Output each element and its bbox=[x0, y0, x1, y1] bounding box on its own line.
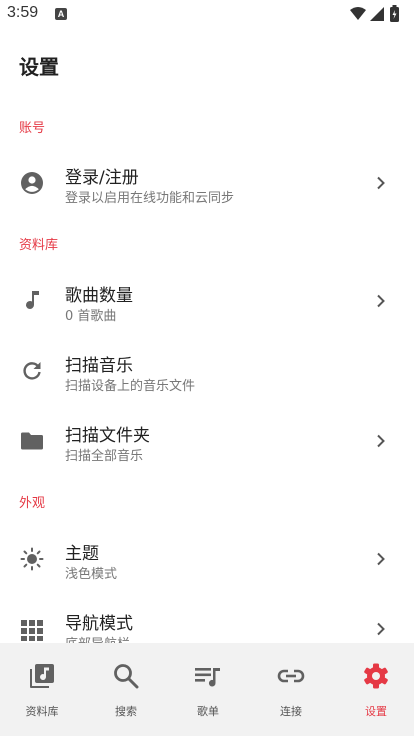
settings-item-theme[interactable]: 主题 浅色模式 bbox=[0, 525, 414, 593]
section-header-account: 账号 bbox=[19, 121, 46, 136]
status-time: 3:59 bbox=[7, 4, 39, 21]
search-icon bbox=[114, 664, 139, 689]
chevron-right-icon bbox=[377, 294, 385, 308]
settings-item-title: 扫描音乐 bbox=[65, 356, 133, 376]
settings-item-subtitle: 浅色模式 bbox=[65, 567, 118, 582]
settings-item-title: 歌曲数量 bbox=[65, 286, 133, 306]
chevron-right-icon bbox=[377, 176, 385, 190]
nav-item-playlist[interactable]: 歌单 bbox=[166, 643, 250, 736]
status-bar: 3:59 A bbox=[0, 0, 414, 28]
gear-icon bbox=[364, 663, 388, 689]
chevron-right-icon bbox=[377, 622, 385, 636]
nav-label: 歌单 bbox=[197, 705, 219, 718]
page-title: 设置 bbox=[19, 55, 59, 79]
chevron-right-icon bbox=[377, 434, 385, 448]
wifi-icon bbox=[350, 7, 366, 20]
brightness-icon bbox=[20, 547, 44, 571]
playlist-icon bbox=[195, 668, 220, 687]
nav-label: 连接 bbox=[280, 705, 302, 718]
settings-item-title: 导航模式 bbox=[65, 614, 133, 634]
settings-item-title: 登录/注册 bbox=[65, 168, 139, 188]
link-icon bbox=[277, 669, 305, 683]
nav-label: 资料库 bbox=[25, 705, 59, 718]
status-icons bbox=[350, 5, 399, 22]
settings-item-subtitle: 0 首歌曲 bbox=[65, 309, 117, 324]
grid-icon bbox=[21, 620, 43, 641]
nav-item-connect[interactable]: 连接 bbox=[249, 643, 333, 736]
settings-item-subtitle: 登录以启用在线功能和云同步 bbox=[65, 191, 235, 206]
section-header-library: 资料库 bbox=[19, 238, 59, 253]
settings-item-subtitle: 扫描全部音乐 bbox=[65, 449, 144, 464]
signal-icon bbox=[370, 7, 384, 21]
nav-label: 搜索 bbox=[115, 705, 137, 718]
nav-item-settings[interactable]: 设置 bbox=[334, 643, 414, 736]
music-note-icon bbox=[26, 291, 39, 309]
nav-label: 设置 bbox=[365, 705, 387, 718]
settings-item-subtitle: 扫描设备上的音乐文件 bbox=[65, 379, 196, 394]
account-circle-icon bbox=[21, 172, 43, 194]
bottom-navigation: 资料库 搜索 歌单 连接 设置 bbox=[0, 643, 414, 736]
settings-item-scan-folder[interactable]: 扫描文件夹 扫描全部音乐 bbox=[0, 407, 414, 475]
settings-item-title: 主题 bbox=[65, 544, 99, 564]
chevron-right-icon bbox=[377, 552, 385, 566]
section-header-appearance: 外观 bbox=[19, 496, 46, 511]
nav-item-search[interactable]: 搜索 bbox=[84, 643, 168, 736]
library-music-icon bbox=[30, 664, 54, 688]
folder-icon bbox=[21, 432, 43, 450]
notification-icon: A bbox=[55, 8, 67, 20]
settings-item-login[interactable]: 登录/注册 登录以启用在线功能和云同步 bbox=[0, 149, 414, 217]
settings-item-song-count[interactable]: 歌曲数量 0 首歌曲 bbox=[0, 267, 414, 335]
settings-item-scan-music[interactable]: 扫描音乐 扫描设备上的音乐文件 bbox=[0, 337, 414, 405]
nav-item-library[interactable]: 资料库 bbox=[0, 643, 84, 736]
refresh-icon bbox=[23, 362, 41, 380]
settings-item-title: 扫描文件夹 bbox=[65, 426, 150, 446]
